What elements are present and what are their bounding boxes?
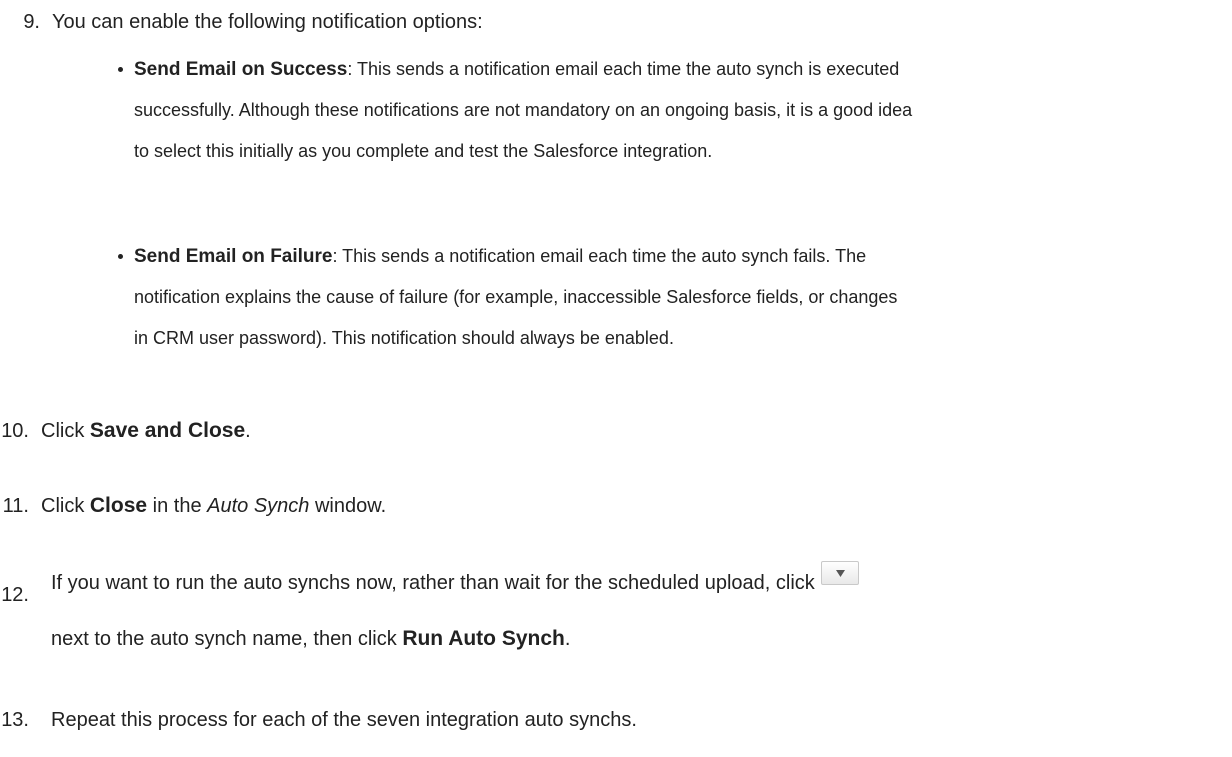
document-page: 9. You can enable the following notifica… xyxy=(0,0,1232,757)
text-middle: in the xyxy=(147,495,208,517)
option-title: Send Email on Success xyxy=(134,59,348,80)
step-number: 9. xyxy=(23,11,40,33)
text-suffix: window. xyxy=(309,495,387,517)
step-text: You can enable the following notificatio… xyxy=(52,11,483,33)
text-prefix: next to the auto synch name, then click xyxy=(51,628,403,650)
bullet-dot xyxy=(118,254,123,259)
ui-label: Close xyxy=(89,494,148,517)
option-description-line: successfully. Although these notificatio… xyxy=(134,100,913,120)
dropdown-button[interactable] xyxy=(820,560,859,585)
option-description-line: to select this initially as you complete… xyxy=(134,141,713,161)
option-description: : This sends a notification email each t… xyxy=(347,59,900,79)
step-number: 11. xyxy=(2,495,29,517)
step-number: 13. xyxy=(1,709,29,731)
option-description-line: notification explains the cause of failu… xyxy=(134,287,898,307)
option-description: : This sends a notification email each t… xyxy=(332,246,867,266)
ui-label: Save and Close xyxy=(89,419,246,442)
step-text-line1: If you want to run the auto synchs now, … xyxy=(51,560,859,596)
option-description-line: in CRM user password). This notification… xyxy=(134,328,674,348)
ui-label: Run Auto Synch xyxy=(402,627,565,650)
bullet-dot xyxy=(118,67,123,72)
chevron-down-icon xyxy=(835,569,845,577)
text-suffix: . xyxy=(245,420,251,442)
step-number: 10. xyxy=(1,420,29,442)
bullet-text: Send Email on Failure: This sends a noti… xyxy=(134,236,1230,359)
text-prefix: Click xyxy=(41,495,90,517)
window-name: Auto Synch xyxy=(207,495,310,517)
step-text: Click Close in the Auto Synch window. xyxy=(41,494,386,518)
option-title: Send Email on Failure xyxy=(134,246,333,267)
text-prefix: Click xyxy=(41,420,90,442)
bullet-text: Send Email on Success: This sends a noti… xyxy=(134,49,1230,172)
step-text-line2: next to the auto synch name, then click … xyxy=(51,627,570,651)
step-number: 12. xyxy=(1,584,29,606)
step-text: Repeat this process for each of the seve… xyxy=(51,709,637,731)
step-text: Click Save and Close. xyxy=(41,419,251,443)
text-suffix: . xyxy=(564,628,571,650)
text-line: If you want to run the auto synchs now, … xyxy=(51,572,815,594)
